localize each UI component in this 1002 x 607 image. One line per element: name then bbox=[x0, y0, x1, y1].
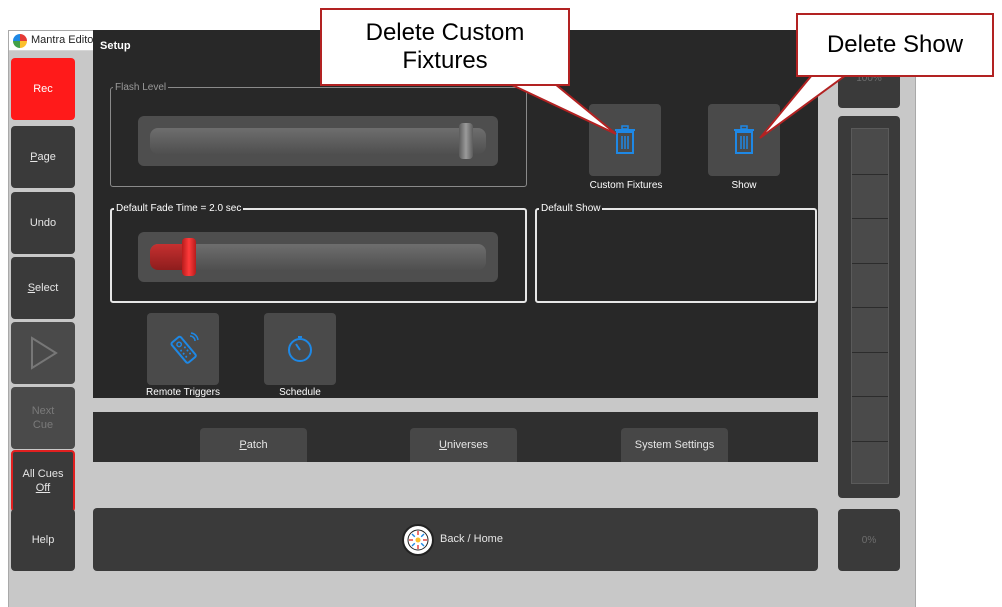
mantra-logo-icon bbox=[407, 529, 429, 551]
callout-custom-line1: Delete Custom bbox=[365, 19, 525, 46]
tab-universes-rest: niverses bbox=[446, 439, 488, 451]
play-button[interactable] bbox=[11, 322, 75, 384]
page-button[interactable]: Page bbox=[11, 126, 75, 188]
master-bottom-label: 0% bbox=[861, 534, 877, 546]
all-cues-line2: Off bbox=[35, 482, 51, 494]
timer-icon bbox=[288, 336, 312, 362]
default-show-group[interactable]: Default Show bbox=[535, 203, 817, 303]
callout-custom-text: Delete Custom Fixtures bbox=[366, 19, 525, 75]
tab-system-settings-label: System Settings bbox=[634, 439, 715, 451]
fader-segment-line bbox=[852, 307, 888, 308]
select-mnemonic: S bbox=[27, 282, 36, 294]
all-cues-off-label: All Cues Off bbox=[23, 467, 64, 495]
trash-icon bbox=[615, 125, 635, 154]
master-level-bottom-button[interactable]: 0% bbox=[838, 509, 900, 571]
default-show-legend: Default Show bbox=[541, 203, 601, 214]
flash-level-legend: Flash Level bbox=[115, 82, 167, 93]
play-icon bbox=[31, 336, 58, 370]
custom-fixtures-label: Custom Fixtures bbox=[589, 180, 663, 191]
master-fader[interactable] bbox=[838, 116, 900, 498]
tab-universes[interactable]: Universes bbox=[410, 428, 517, 462]
show-label: Show bbox=[731, 180, 757, 191]
flash-level-thumb[interactable] bbox=[459, 123, 474, 159]
delete-custom-fixtures-button[interactable] bbox=[589, 104, 661, 176]
page-label-rest: age bbox=[37, 151, 56, 163]
setup-title: Setup bbox=[100, 40, 131, 52]
master-fader-track bbox=[851, 128, 889, 484]
undo-button[interactable]: Undo bbox=[11, 192, 75, 254]
fade-time-thumb[interactable] bbox=[182, 238, 197, 276]
tab-system-settings[interactable]: System Settings bbox=[621, 428, 728, 462]
home-label: Back / Home bbox=[440, 533, 503, 545]
fader-segment-line bbox=[852, 351, 888, 353]
remote-icon bbox=[170, 332, 199, 364]
schedule-button[interactable] bbox=[264, 313, 336, 385]
fade-time-slider[interactable] bbox=[138, 232, 498, 282]
fade-time-legend: Default Fade Time = 2.0 sec bbox=[116, 203, 242, 214]
fader-segment-line bbox=[852, 262, 888, 264]
tab-patch-mnemonic: P bbox=[239, 439, 247, 451]
callout-custom-line2: Fixtures bbox=[402, 47, 488, 74]
select-button[interactable]: Select bbox=[11, 257, 75, 319]
app-logo-icon bbox=[13, 34, 27, 48]
fade-time-track bbox=[150, 244, 486, 270]
help-button[interactable]: Help bbox=[11, 509, 75, 571]
schedule-label: Schedule bbox=[279, 387, 321, 398]
tab-patch-rest: atch bbox=[246, 439, 268, 451]
rec-button[interactable]: Rec bbox=[11, 58, 75, 120]
all-cues-line1: All Cues bbox=[22, 468, 64, 480]
page-mnemonic: P bbox=[30, 151, 38, 163]
home-button[interactable] bbox=[402, 524, 434, 556]
callout-delete-show: Delete Show bbox=[796, 13, 994, 77]
callout-show-text: Delete Show bbox=[826, 31, 964, 58]
select-label-rest: elect bbox=[35, 282, 59, 294]
rec-label: Rec bbox=[33, 83, 53, 95]
remote-triggers-label: Remote Triggers bbox=[146, 387, 220, 398]
tab-patch[interactable]: Patch bbox=[200, 428, 307, 462]
fader-segment-line bbox=[852, 218, 888, 219]
all-cues-off-button[interactable]: All Cues Off bbox=[11, 450, 75, 512]
trash-icon bbox=[734, 125, 754, 154]
flash-level-track bbox=[150, 128, 486, 154]
fader-segment-line bbox=[852, 173, 888, 175]
callout-delete-custom-fixtures: Delete Custom Fixtures bbox=[320, 8, 570, 86]
next-cue-label: Next Cue bbox=[31, 405, 55, 431]
window-title: Mantra Editor bbox=[31, 34, 98, 46]
next-cue-button[interactable]: Next Cue bbox=[11, 387, 75, 449]
delete-show-button[interactable] bbox=[708, 104, 780, 176]
fader-segment-line bbox=[852, 440, 888, 442]
remote-triggers-button[interactable] bbox=[147, 313, 219, 385]
fader-segment-line bbox=[852, 396, 888, 397]
help-label: Help bbox=[31, 534, 55, 546]
undo-label: Undo bbox=[29, 217, 57, 229]
tab-universes-mnemonic: U bbox=[439, 439, 447, 451]
flash-level-slider[interactable] bbox=[138, 116, 498, 166]
